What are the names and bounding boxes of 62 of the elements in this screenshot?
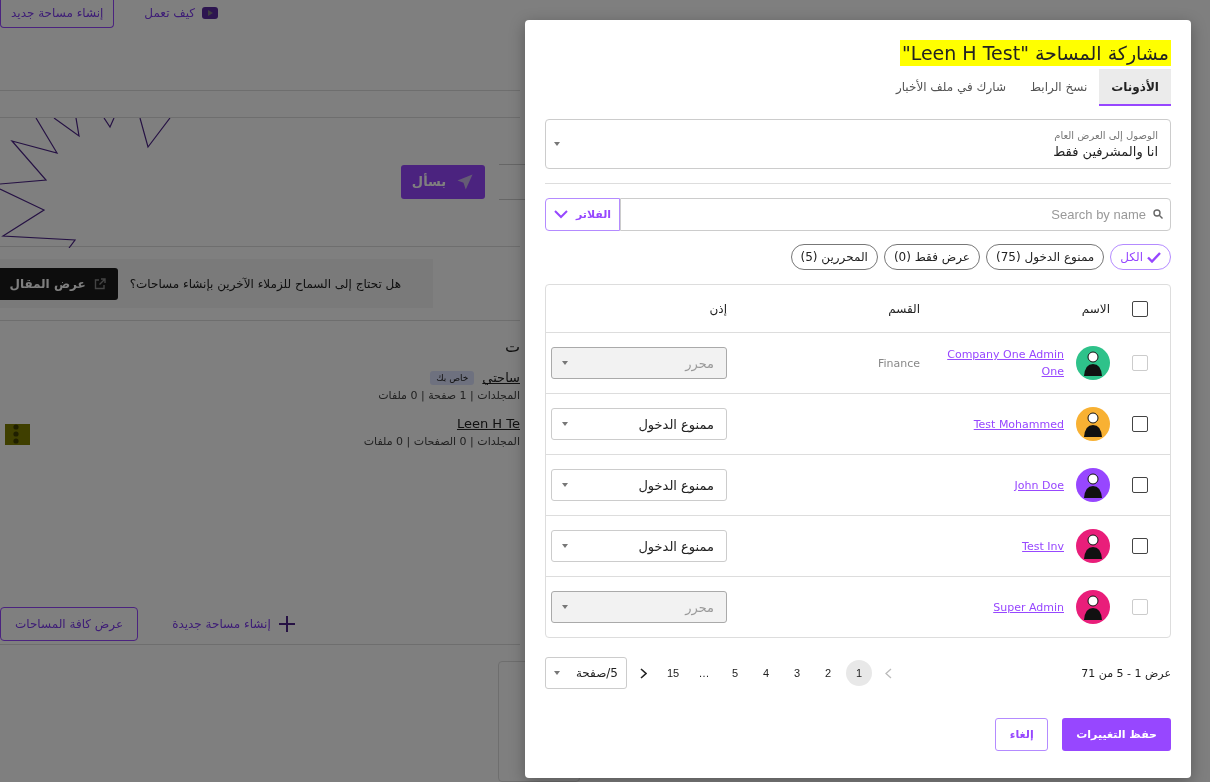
check-icon <box>1147 251 1161 263</box>
tab[interactable]: شارك في ملف الأخبار <box>883 69 1018 106</box>
section-title: ت <box>503 337 520 357</box>
caret-icon <box>562 422 568 426</box>
row-checkbox[interactable] <box>1132 477 1148 493</box>
space-link[interactable]: ساحتي <box>482 370 520 386</box>
access-select[interactable]: الوصول إلى العرض العام انا والمشرفين فقط <box>545 119 1171 169</box>
private-badge: خاص بك <box>430 370 475 385</box>
permission-select: محرر <box>551 591 727 623</box>
banner-text: هل تحتاج إلى السماح للزملاء الآخرين بإنشاء مساحات؟ <box>129 276 401 291</box>
dialog-title: مشاركة المساحة "Leen H Test" <box>899 40 1171 66</box>
page-button[interactable]: 4 <box>753 660 779 686</box>
search-field[interactable]: Search by name <box>620 198 1171 231</box>
filter-chip[interactable]: المحررين (5) <box>790 244 878 270</box>
row-checkbox[interactable] <box>1132 538 1148 554</box>
more-icon[interactable] <box>5 424 30 446</box>
page-button[interactable]: 1 <box>846 660 872 686</box>
permission-select[interactable]: ممنوع الدخول <box>551 469 727 501</box>
caret-icon <box>562 544 568 548</box>
column-header: القسم <box>888 301 920 316</box>
chevron-down-icon <box>553 210 568 219</box>
column-header: الاسم <box>1081 301 1110 316</box>
tab[interactable]: الأذونات <box>1099 69 1171 106</box>
permission-select[interactable]: ممنوع الدخول <box>551 530 727 562</box>
filter-chip[interactable]: الكل <box>1110 244 1171 270</box>
space-meta: المجلدات | 1 صفحة | 0 ملفات <box>377 389 520 403</box>
results-summary: عرض 1 - 5 من 71 <box>1081 666 1171 680</box>
page-button[interactable]: 2 <box>815 660 841 686</box>
select-all-checkbox[interactable] <box>1132 300 1148 317</box>
page-button[interactable]: … <box>691 660 717 686</box>
permission-select[interactable]: ممنوع الدخول <box>551 408 727 440</box>
cancel-button[interactable]: إلغاء <box>995 718 1049 751</box>
video-icon <box>202 7 219 19</box>
page-button[interactable]: 5 <box>722 660 748 686</box>
tab[interactable]: نسخ الرابط <box>1017 69 1100 106</box>
member-name-link[interactable]: Test Inv <box>1022 537 1064 555</box>
space-link[interactable]: Leen H Te <box>456 416 520 432</box>
column-header: إذن <box>709 301 727 316</box>
permission-select: محرر <box>551 347 727 379</box>
external-link-icon <box>93 277 106 290</box>
department-text: Finance <box>877 357 920 370</box>
member-name-link[interactable]: Test Mohammed <box>973 415 1064 433</box>
filters-button[interactable]: الفلاتر <box>545 198 620 231</box>
caret-icon <box>562 483 568 487</box>
chevron-right-icon[interactable] <box>640 667 647 679</box>
page-button[interactable]: 3 <box>784 660 810 686</box>
caret-icon <box>562 361 568 365</box>
member-name-link[interactable]: John Doe <box>1014 476 1064 494</box>
filter-chip[interactable]: عرض فقط (0) <box>883 244 981 270</box>
caret-icon <box>554 671 560 675</box>
page-button[interactable]: 15 <box>660 660 686 686</box>
caret-icon <box>562 605 568 609</box>
row-checkbox[interactable] <box>1132 416 1148 432</box>
send-icon <box>456 172 475 191</box>
caret-icon <box>554 142 560 146</box>
page-size-select[interactable]: 5/صفحة <box>545 657 627 689</box>
view-article-button[interactable]: عرض المقال <box>0 267 118 300</box>
plus-icon <box>278 615 295 632</box>
filter-chip[interactable]: ممنوع الدخول (75) <box>986 244 1105 270</box>
save-button[interactable]: حفظ التغييرات <box>1062 718 1171 751</box>
space-meta: المجلدات | 0 الصفحات | 0 ملفات <box>362 435 520 449</box>
search-icon <box>1153 209 1163 219</box>
